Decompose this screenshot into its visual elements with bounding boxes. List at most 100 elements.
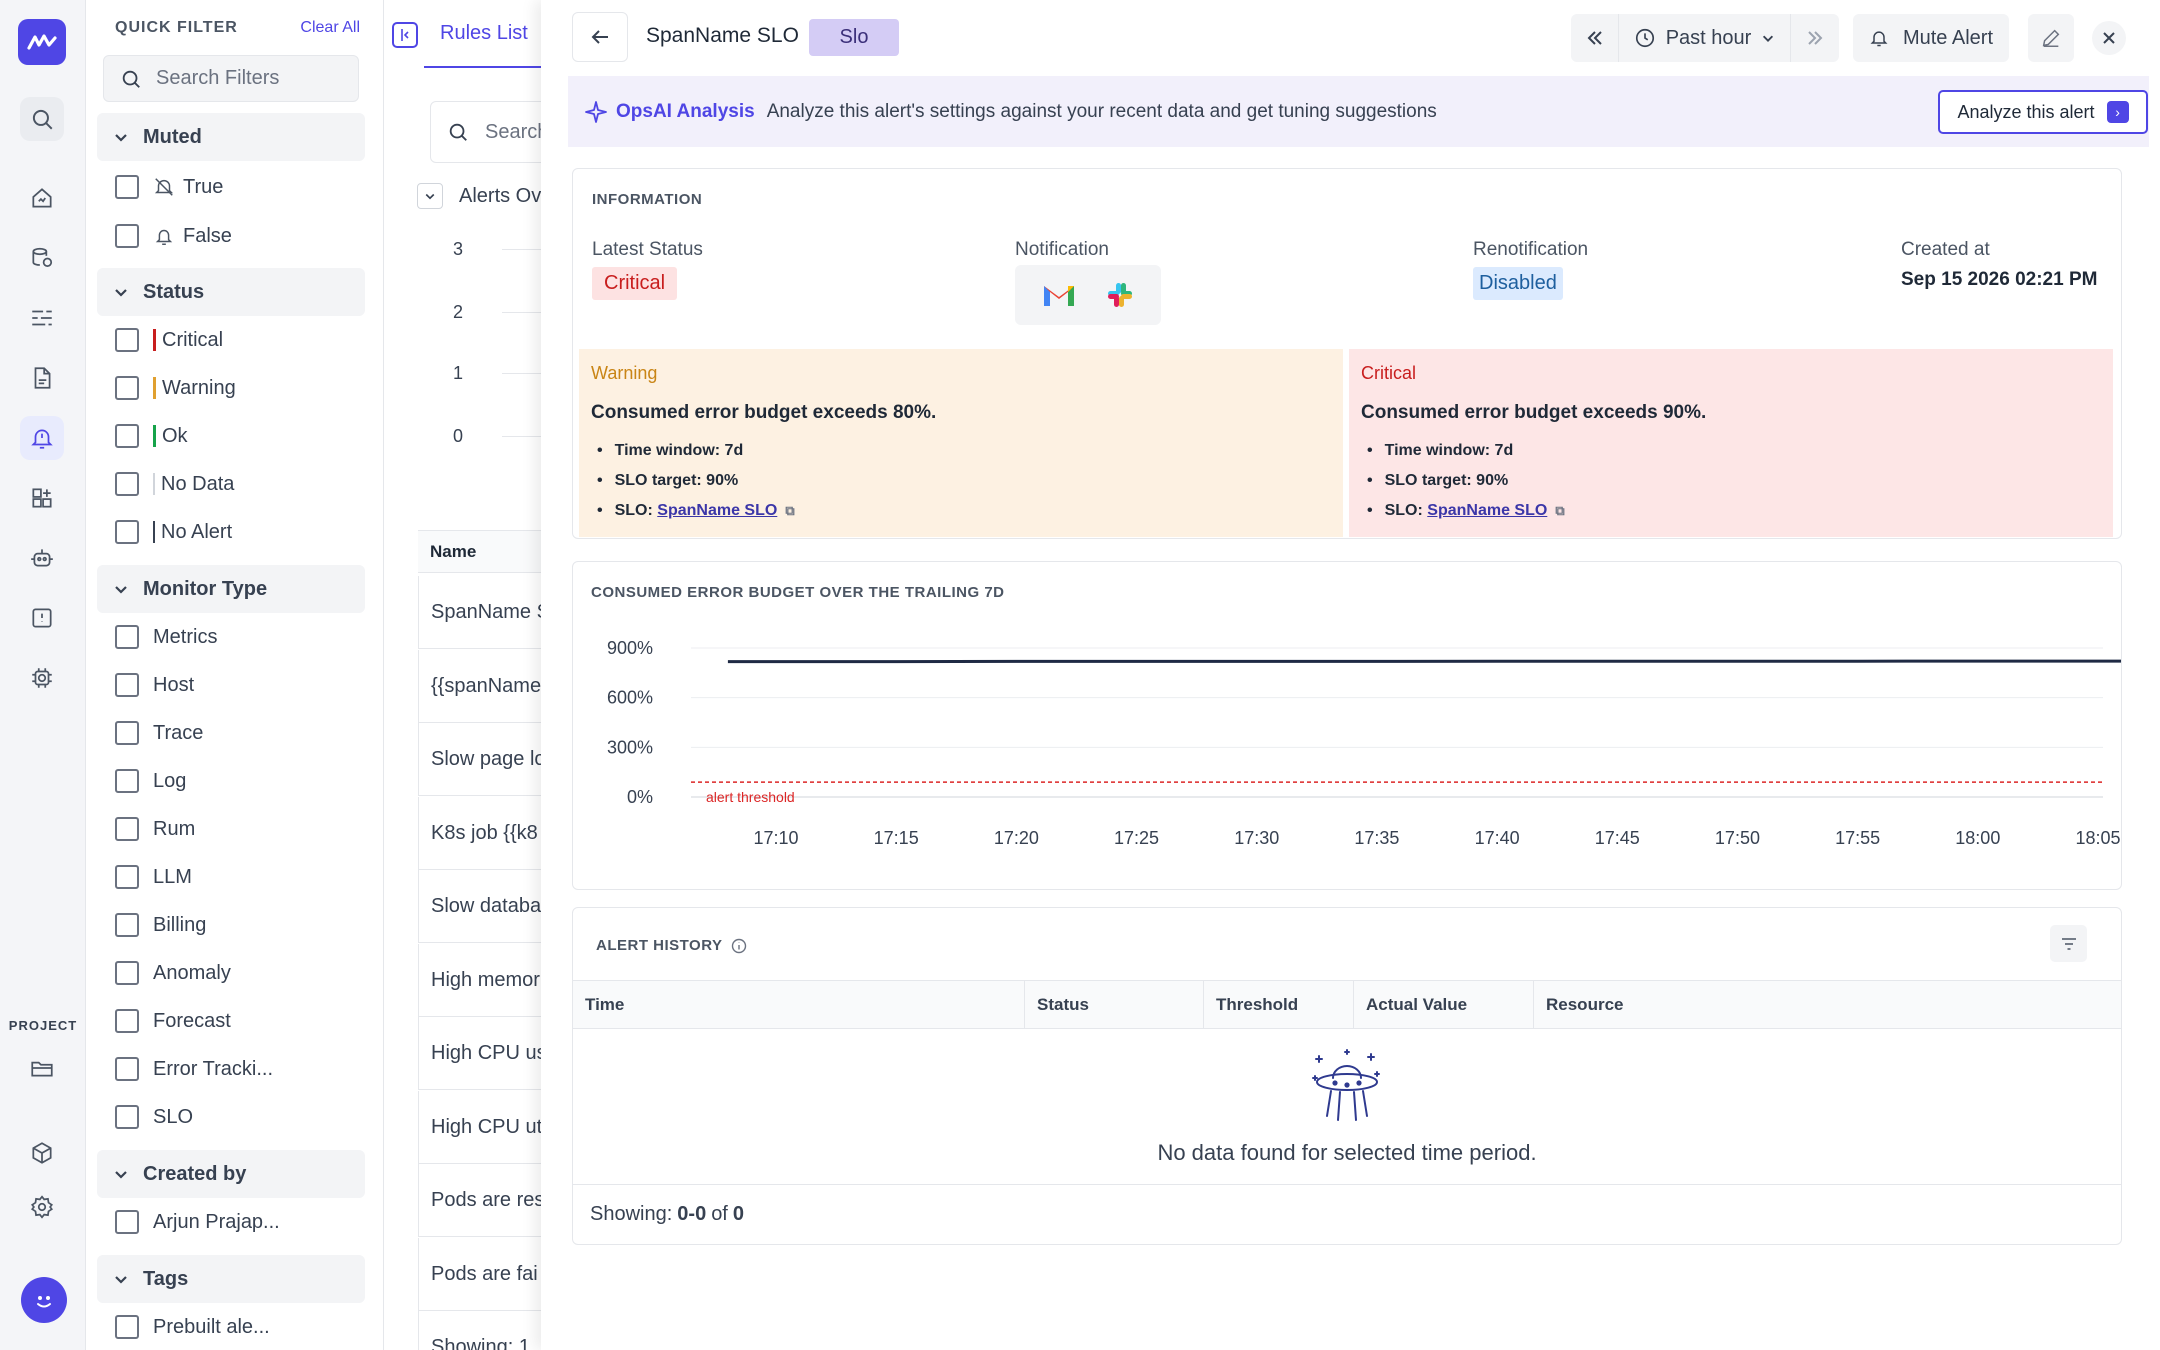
filter-option-error-tracking[interactable]: Error Tracki... (115, 1054, 273, 1084)
mute-alert-button[interactable]: Mute Alert (1853, 14, 2009, 62)
filter-search[interactable] (103, 55, 359, 102)
close-button[interactable] (2092, 21, 2126, 55)
checkbox[interactable] (115, 913, 139, 937)
checkbox[interactable] (115, 328, 139, 352)
home-icon[interactable] (20, 176, 64, 220)
column-header-threshold[interactable]: Threshold (1204, 981, 1354, 1028)
time-next-button[interactable] (1791, 14, 1839, 62)
alert-title: SpanName SLO (646, 24, 799, 47)
checkbox[interactable] (115, 472, 139, 496)
column-header-actual-value[interactable]: Actual Value (1354, 981, 1534, 1028)
checkbox[interactable] (115, 817, 139, 841)
info-icon[interactable] (731, 938, 747, 954)
filter-option-no-alert[interactable]: No Alert (115, 517, 232, 547)
filter-option-creator[interactable]: Arjun Prajap... (115, 1207, 280, 1237)
filter-option-muted-true[interactable]: True (115, 172, 223, 202)
checkbox[interactable] (115, 721, 139, 745)
table-row[interactable]: Slow page lo (418, 723, 544, 796)
alerts-icon[interactable] (20, 416, 64, 460)
checkbox[interactable] (115, 1057, 139, 1081)
rules-search[interactable]: Search (430, 101, 544, 163)
folder-icon[interactable] (20, 1046, 64, 1090)
tab-rules-list[interactable]: Rules List (440, 22, 528, 45)
filter-option-llm[interactable]: LLM (115, 862, 192, 892)
column-header-resource[interactable]: Resource (1534, 981, 2121, 1028)
collapse-panel-icon[interactable] (392, 22, 418, 48)
checkbox[interactable] (115, 520, 139, 544)
filter-option-anomaly[interactable]: Anomaly (115, 958, 231, 988)
file-icon[interactable] (20, 356, 64, 400)
checkbox[interactable] (115, 673, 139, 697)
table-row[interactable]: {{spanName (418, 650, 544, 723)
checkbox[interactable] (115, 1315, 139, 1339)
external-link-icon[interactable]: ⧉ (1555, 496, 1564, 526)
filter-option-rum[interactable]: Rum (115, 814, 195, 844)
checkbox[interactable] (115, 625, 139, 649)
filter-option-muted-false[interactable]: False (115, 221, 232, 251)
checkbox[interactable] (115, 1210, 139, 1234)
section-muted[interactable]: Muted (97, 113, 365, 161)
alerts-overview-toggle[interactable]: Alerts Ov (417, 183, 541, 209)
table-row[interactable]: Pods are fai (418, 1238, 544, 1311)
filter-option-slo[interactable]: SLO (115, 1102, 193, 1132)
gear-icon[interactable] (20, 1185, 64, 1229)
bot-icon[interactable] (20, 536, 64, 580)
section-monitor-type[interactable]: Monitor Type (97, 565, 365, 613)
filter-option-trace[interactable]: Trace (115, 718, 203, 748)
filter-option-billing[interactable]: Billing (115, 910, 206, 940)
filter-button[interactable] (2050, 925, 2087, 962)
section-status[interactable]: Status (97, 268, 365, 316)
table-row[interactable]: High CPU us (418, 1017, 544, 1090)
dashboard-icon[interactable] (20, 476, 64, 520)
traces-icon[interactable] (20, 296, 64, 340)
latest-status-label: Latest Status (592, 239, 703, 260)
search-icon[interactable] (20, 97, 64, 141)
cpu-icon[interactable] (20, 656, 64, 700)
table-row[interactable]: K8s job {{k8 (418, 797, 544, 870)
analyze-alert-button[interactable]: Analyze this alert › (1938, 90, 2148, 134)
clear-all-link[interactable]: Clear All (300, 19, 360, 37)
avatar[interactable] (21, 1277, 67, 1323)
edit-button[interactable] (2028, 14, 2074, 62)
chevron-down-icon (115, 1171, 127, 1179)
checkbox[interactable] (115, 961, 139, 985)
checkbox[interactable] (115, 224, 139, 248)
back-button[interactable] (572, 12, 628, 62)
table-row[interactable]: High CPU ut (418, 1091, 544, 1164)
checkbox[interactable] (115, 865, 139, 889)
filter-option-no-data[interactable]: No Data (115, 469, 234, 499)
checkbox[interactable] (115, 769, 139, 793)
section-tags[interactable]: Tags (97, 1255, 365, 1303)
cube-icon[interactable] (20, 1131, 64, 1175)
table-row[interactable]: Pods are res (418, 1164, 544, 1237)
filter-option-warning[interactable]: Warning (115, 373, 236, 403)
checkbox[interactable] (115, 1105, 139, 1129)
table-row[interactable]: SpanName S (418, 576, 544, 649)
checkbox[interactable] (115, 1009, 139, 1033)
logo-icon[interactable] (18, 19, 66, 65)
filter-search-input[interactable] (156, 67, 346, 90)
filter-option-host[interactable]: Host (115, 670, 194, 700)
filter-option-tag[interactable]: Prebuilt ale... (115, 1312, 270, 1342)
filter-option-forecast[interactable]: Forecast (115, 1006, 231, 1036)
column-header-time[interactable]: Time (573, 981, 1025, 1028)
table-row[interactable]: High memor (418, 944, 544, 1017)
filter-option-critical[interactable]: Critical (115, 325, 223, 355)
filter-option-log[interactable]: Log (115, 766, 186, 796)
time-prev-button[interactable] (1571, 14, 1619, 62)
checkbox[interactable] (115, 376, 139, 400)
external-link-icon[interactable]: ⧉ (785, 496, 794, 526)
database-icon[interactable] (20, 236, 64, 280)
filter-option-metrics[interactable]: Metrics (115, 622, 217, 652)
incident-icon[interactable] (20, 596, 64, 640)
filter-option-ok[interactable]: Ok (115, 421, 188, 451)
checkbox[interactable] (115, 175, 139, 199)
slo-link[interactable]: SpanName SLO (657, 502, 777, 519)
time-range-select[interactable]: Past hour (1619, 14, 1791, 62)
table-row[interactable]: Slow databa (418, 870, 544, 943)
checkbox[interactable] (115, 424, 139, 448)
column-header-status[interactable]: Status (1025, 981, 1204, 1028)
slo-link[interactable]: SpanName SLO (1427, 502, 1547, 519)
slack-icon (1108, 283, 1132, 307)
section-created-by[interactable]: Created by (97, 1150, 365, 1198)
